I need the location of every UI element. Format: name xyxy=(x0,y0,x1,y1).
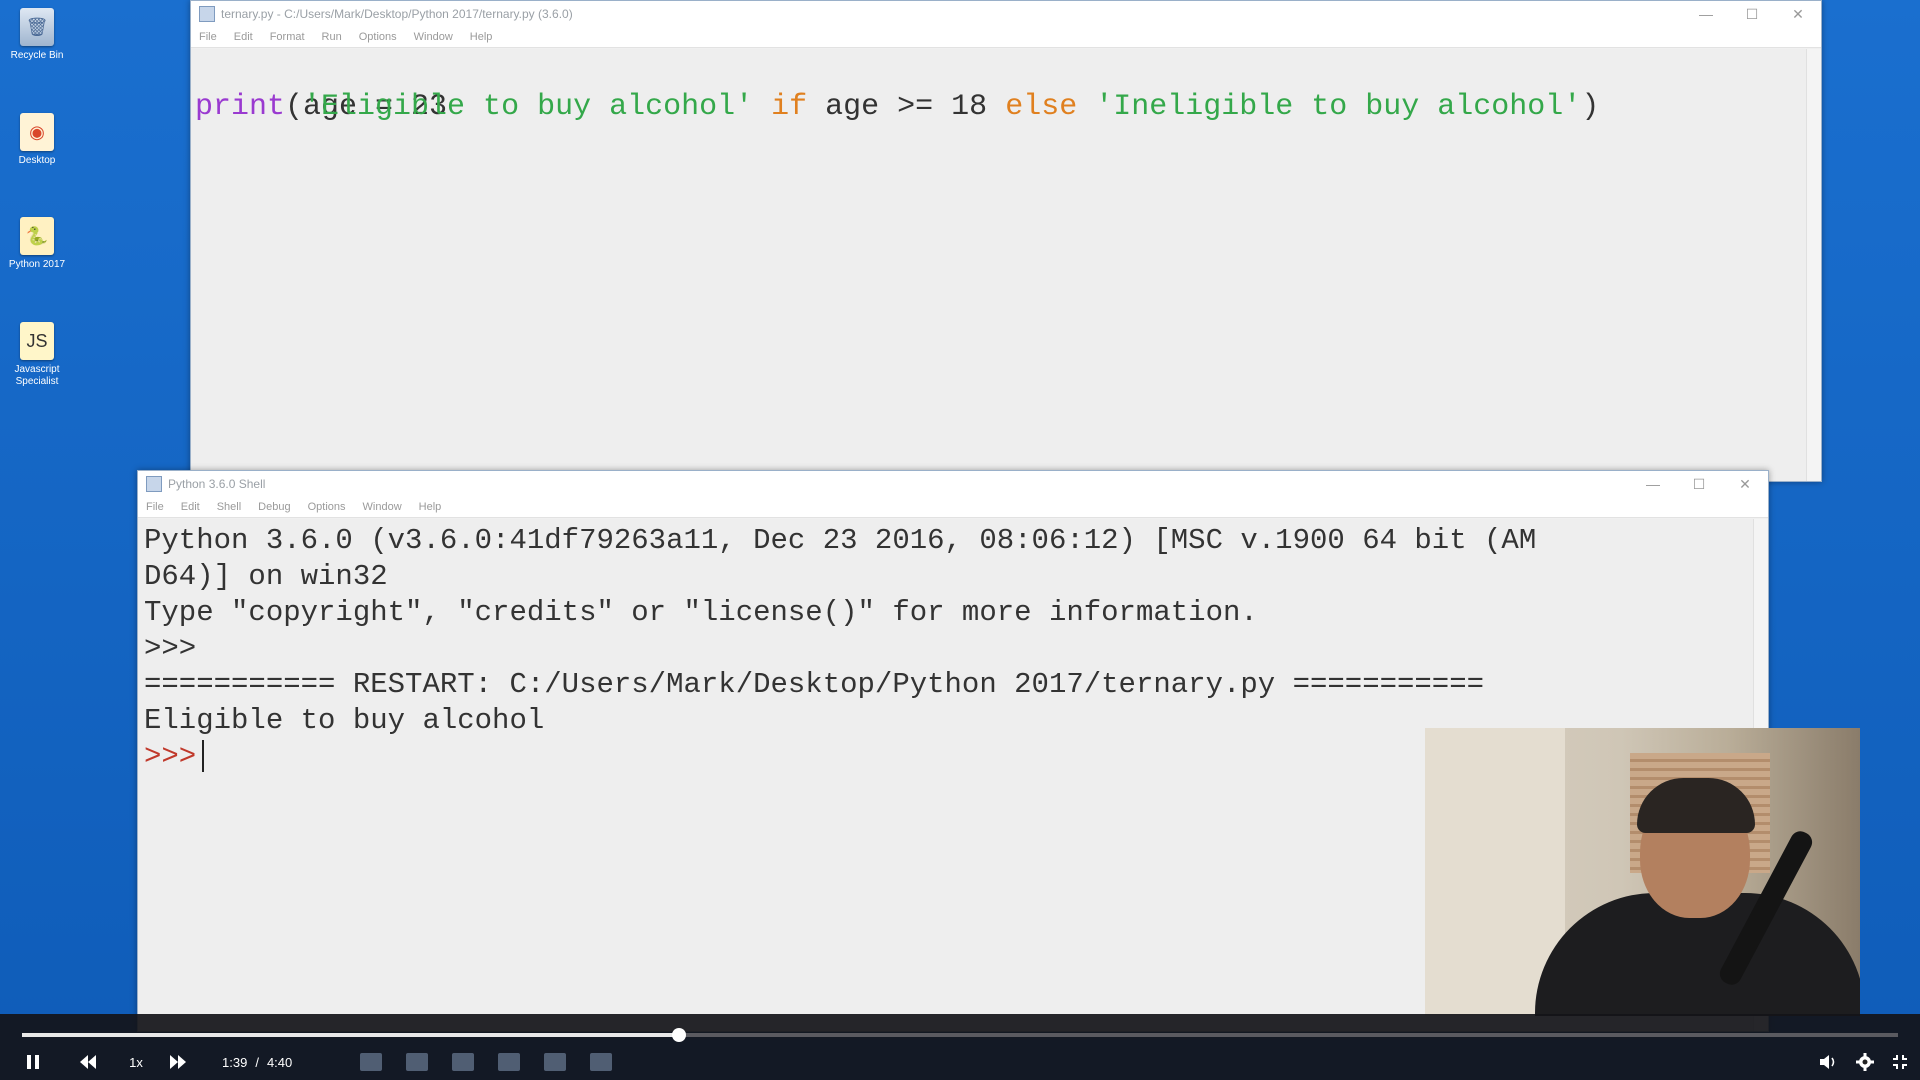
code-keyword: else xyxy=(1005,90,1078,124)
menu-options[interactable]: Options xyxy=(300,501,355,513)
shell-restart-line: =========== RESTART: C:/Users/Mark/Deskt… xyxy=(144,668,1485,701)
webcam-overlay xyxy=(1425,728,1860,1016)
progress-bar[interactable] xyxy=(22,1028,1898,1042)
shell-prompt: >>> xyxy=(144,740,197,773)
taskbar-app-icon xyxy=(406,1053,428,1071)
rewind-icon[interactable] xyxy=(74,1047,102,1077)
minimize-icon[interactable]: — xyxy=(1630,476,1676,492)
menu-debug[interactable]: Debug xyxy=(250,501,299,513)
minimize-icon[interactable]: — xyxy=(1683,6,1729,22)
recycle-bin-icon: 🗑 xyxy=(20,8,54,46)
taskbar-app-icon xyxy=(544,1053,566,1071)
maximize-icon[interactable]: ☐ xyxy=(1676,476,1722,493)
menu-help[interactable]: Help xyxy=(411,501,451,513)
pause-icon[interactable] xyxy=(18,1047,48,1077)
idle-file-icon xyxy=(199,6,215,22)
progress-knob[interactable] xyxy=(671,1028,686,1042)
shell-output: Eligible to buy alcohol xyxy=(144,704,545,737)
desktop-icon-recycle-bin[interactable]: 🗑 Recycle Bin xyxy=(4,8,70,62)
shell-prompt: >>> xyxy=(144,632,197,665)
progress-fill xyxy=(22,1033,679,1037)
volume-icon[interactable] xyxy=(1820,1047,1838,1077)
shell-title: Python 3.6.0 Shell xyxy=(168,477,266,491)
maximize-icon[interactable]: ☐ xyxy=(1729,6,1775,23)
desktop-icon-label: Javascript Specialist xyxy=(14,364,60,387)
editor-window: ternary.py - C:/Users/Mark/Desktop/Pytho… xyxy=(190,0,1822,482)
forward-icon[interactable] xyxy=(164,1047,192,1077)
close-icon[interactable]: ✕ xyxy=(1722,476,1768,493)
close-icon[interactable]: ✕ xyxy=(1775,6,1821,23)
desktop-icon-desktop[interactable]: ◉ Desktop xyxy=(4,113,70,167)
python-folder-icon: 🐍 xyxy=(20,217,54,255)
menu-edit[interactable]: Edit xyxy=(173,501,209,513)
menu-run[interactable]: Run xyxy=(314,31,351,43)
taskbar-app-icon xyxy=(590,1053,612,1071)
code-keyword: if xyxy=(771,90,808,124)
settings-gear-icon[interactable] xyxy=(1856,1047,1874,1077)
text-cursor xyxy=(202,740,205,773)
desktop-icon-label: Python 2017 xyxy=(8,259,66,270)
javascript-folder-icon: JS xyxy=(20,322,54,360)
idle-shell-icon xyxy=(146,476,162,492)
code-paren: ) xyxy=(1581,90,1600,124)
code-condition: age >= 18 xyxy=(825,90,988,124)
desktop-icon-javascript-specialist[interactable]: JS Javascript Specialist xyxy=(4,322,70,388)
shell-banner-line: D64)] on win32 xyxy=(144,560,388,593)
chrome-icon: ◉ xyxy=(20,113,54,151)
video-player-bar: 1x 1:39 / 4:40 xyxy=(0,1014,1920,1080)
code-builtin: print xyxy=(195,90,286,124)
current-time: 1:39 xyxy=(222,1054,248,1070)
desktop-icon-label: Desktop xyxy=(18,155,56,166)
code-string: 'Eligible to buy alcohol' xyxy=(303,90,754,124)
menu-format[interactable]: Format xyxy=(262,31,314,43)
taskbar-app-icon xyxy=(360,1053,382,1071)
code-editor[interactable]: age = 23 print('Eligible to buy alcohol'… xyxy=(191,49,1821,481)
menu-window[interactable]: Window xyxy=(406,31,462,43)
playback-speed[interactable]: 1x xyxy=(122,1047,150,1077)
shell-banner-line: Python 3.6.0 (v3.6.0:41df79263a11, Dec 2… xyxy=(144,524,1537,557)
shell-input-line[interactable]: >>> xyxy=(144,739,205,775)
editor-menubar: File Edit Format Run Options Window Help xyxy=(191,27,1821,48)
taskbar-app-icon xyxy=(498,1053,520,1071)
editor-titlebar[interactable]: ternary.py - C:/Users/Mark/Desktop/Pytho… xyxy=(191,1,1821,27)
code-line-2: print('Eligible to buy alcohol' if age >… xyxy=(195,89,1599,125)
editor-scrollbar[interactable] xyxy=(1806,49,1821,481)
taskbar-app-icon xyxy=(452,1053,474,1071)
menu-shell[interactable]: Shell xyxy=(209,501,250,513)
shell-menubar: File Edit Shell Debug Options Window Hel… xyxy=(138,497,1768,518)
desktop-icon-label: Recycle Bin xyxy=(10,50,64,61)
menu-window[interactable]: Window xyxy=(355,501,411,513)
menu-file[interactable]: File xyxy=(191,31,226,43)
player-controls: 1x 1:39 / 4:40 xyxy=(0,1044,1920,1080)
shell-banner-line: Type "copyright", "credits" or "license(… xyxy=(144,596,1258,629)
code-paren: ( xyxy=(285,90,304,124)
menu-options[interactable]: Options xyxy=(351,31,406,43)
player-right-controls xyxy=(1820,1044,1908,1080)
fullscreen-exit-icon[interactable] xyxy=(1892,1047,1908,1077)
taskbar-ghost-icons xyxy=(360,1044,612,1080)
menu-help[interactable]: Help xyxy=(462,31,502,43)
time-separator: / xyxy=(255,1054,259,1070)
shell-titlebar[interactable]: Python 3.6.0 Shell — ☐ ✕ xyxy=(138,471,1768,497)
editor-title: ternary.py - C:/Users/Mark/Desktop/Pytho… xyxy=(221,7,573,21)
desktop-icon-python-2017[interactable]: 🐍 Python 2017 xyxy=(4,217,70,271)
total-time: 4:40 xyxy=(266,1054,293,1070)
menu-file[interactable]: File xyxy=(138,501,173,513)
code-string: 'Ineligible to buy alcohol' xyxy=(1095,90,1582,124)
menu-edit[interactable]: Edit xyxy=(226,31,262,43)
